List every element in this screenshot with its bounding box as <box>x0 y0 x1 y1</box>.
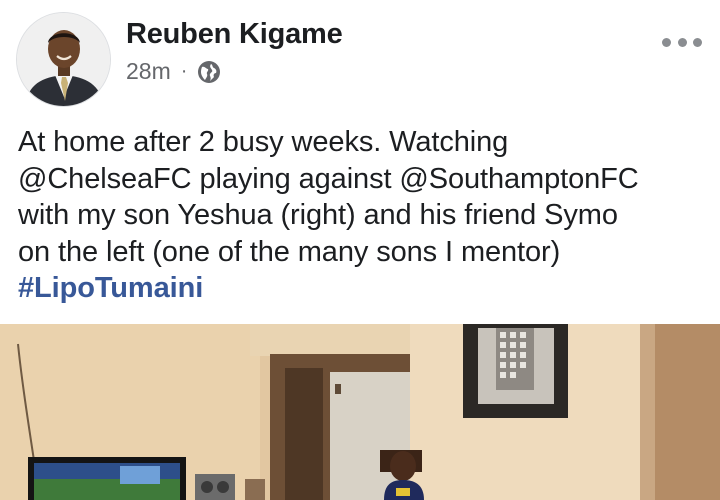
post-text-line: @ChelseaFC playing against @SouthamptonF… <box>18 162 639 195</box>
author-avatar[interactable] <box>16 12 111 107</box>
post-text-line: on the left (one of the many sons I ment… <box>18 235 561 268</box>
globe-icon[interactable] <box>197 60 221 84</box>
post-timestamp[interactable]: 28m <box>126 58 171 85</box>
more-options-button[interactable] <box>662 34 702 50</box>
post-meta: 28m · <box>126 58 221 85</box>
post-text: At home after 2 busy weeks. Watching @Ch… <box>18 124 708 307</box>
hashtag-link[interactable]: #LipoTumaini <box>18 272 203 304</box>
meta-separator: · <box>180 60 188 82</box>
author-name[interactable]: Reuben Kigame <box>126 18 343 51</box>
post-text-line: with my son Yeshua (right) and his frien… <box>18 199 618 231</box>
post-header: Reuben Kigame 28m · <box>0 0 720 118</box>
more-options-icon <box>662 37 671 47</box>
post-photo[interactable] <box>0 324 720 500</box>
living-room-photo <box>0 324 720 500</box>
avatar-photo <box>17 13 110 106</box>
post-text-line: At home after 2 busy weeks. Watching <box>18 126 509 158</box>
